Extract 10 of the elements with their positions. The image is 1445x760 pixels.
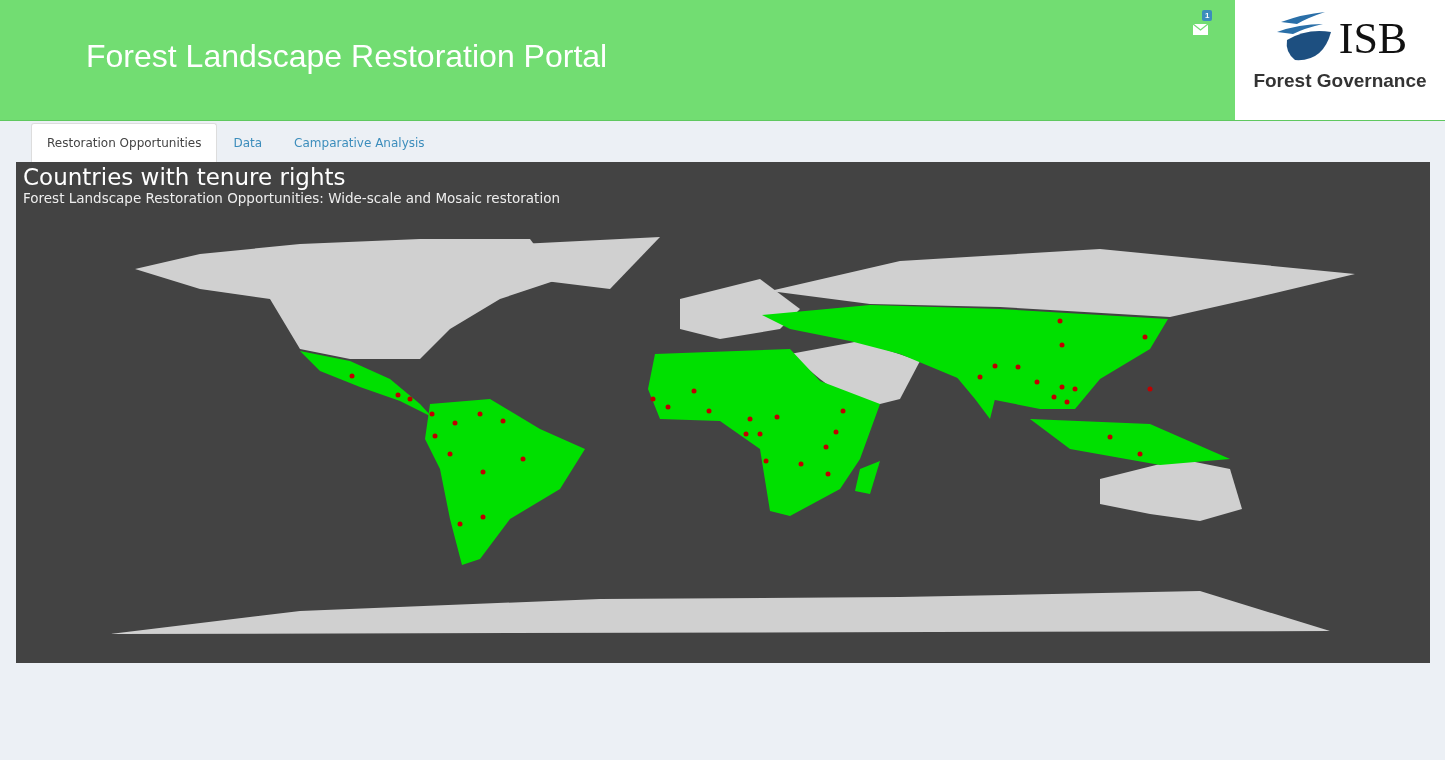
map-subtitle: Forest Landscape Restoration Opportunities: Wide-scale and Mosaic restoration — [23, 190, 560, 206]
envelope-icon[interactable] — [1193, 24, 1208, 35]
tab[interactable]: Data — [217, 123, 279, 162]
tab[interactable]: Restoration Opportunities — [31, 123, 218, 162]
portal-title: Forest Landscape Restoration Portal — [85, 37, 609, 76]
logo-text: ISB — [1338, 12, 1408, 64]
notification-badge: 1 — [1202, 10, 1213, 21]
map-title: Countries with tenure rights — [23, 164, 347, 190]
logo-subtitle: Forest Governance — [1253, 70, 1427, 92]
tab[interactable]: Camparative Analysis — [278, 123, 441, 162]
